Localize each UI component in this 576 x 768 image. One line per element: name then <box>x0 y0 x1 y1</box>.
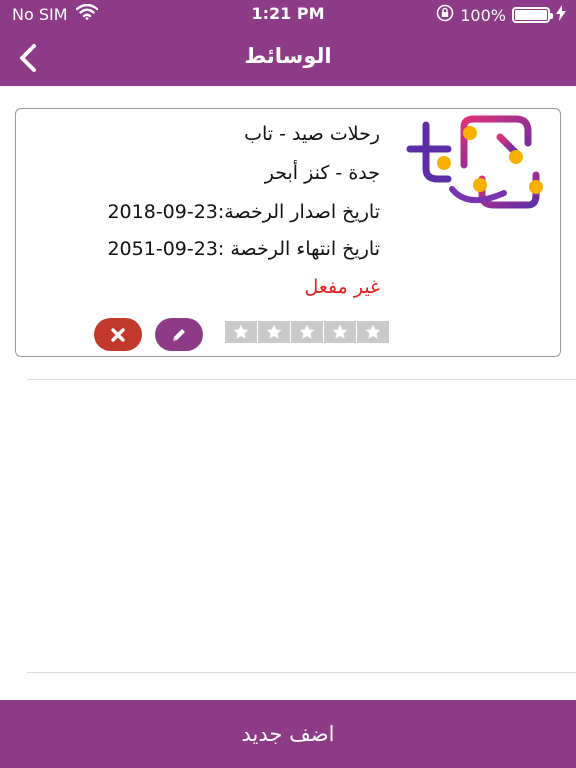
star-icon[interactable] <box>258 321 290 343</box>
close-icon <box>111 327 125 342</box>
status-badge: غير مفعل <box>304 276 380 298</box>
charging-bolt-icon <box>556 5 566 25</box>
page-title: الوسائط <box>244 44 332 68</box>
media-location: جدة - كنز أبحر <box>264 162 380 184</box>
divider <box>27 672 576 673</box>
license-expiry-date: تاريخ انتهاء الرخصة :23-09-2051 <box>107 238 380 260</box>
delete-button[interactable] <box>94 318 142 351</box>
battery-icon <box>512 7 553 23</box>
edit-button[interactable] <box>155 318 203 351</box>
star-icon[interactable] <box>324 321 356 343</box>
divider <box>27 379 576 380</box>
license-issue-date: تاريخ اصدار الرخصة:23-09-2018 <box>107 201 380 223</box>
status-right: 100% <box>436 4 566 26</box>
star-icon[interactable] <box>357 321 389 343</box>
add-new-label: اضف جديد <box>241 722 335 746</box>
company-logo <box>404 113 556 217</box>
nav-bar: الوسائط <box>0 30 576 86</box>
media-card: رحلات صيد - تاب جدة - كنز أبحر تاريخ اصد… <box>15 108 561 357</box>
orientation-lock-icon <box>436 4 454 26</box>
media-name: رحلات صيد - تاب <box>244 123 380 145</box>
add-new-button[interactable]: اضف جديد <box>0 700 576 768</box>
battery-fill <box>515 10 547 20</box>
pencil-icon <box>173 328 185 341</box>
star-icon[interactable] <box>291 321 323 343</box>
battery-percent: 100% <box>460 5 506 25</box>
rating-stars[interactable] <box>225 321 389 343</box>
star-icon[interactable] <box>225 321 257 343</box>
status-bar: No SIM 1:21 PM 100% <box>0 0 576 30</box>
battery-tip <box>550 13 553 19</box>
